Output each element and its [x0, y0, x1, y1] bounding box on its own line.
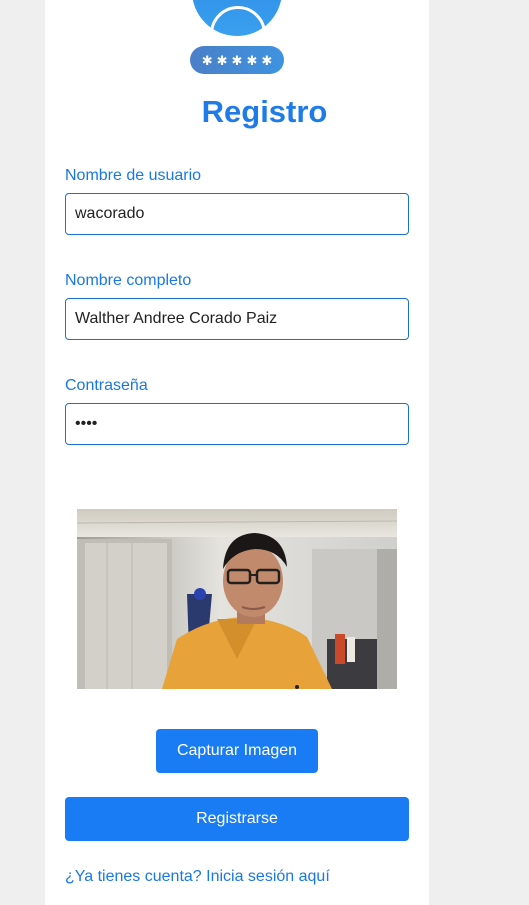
pin-dot: ✱	[261, 52, 273, 68]
webcam-preview	[77, 509, 397, 689]
password-field[interactable]	[65, 403, 409, 445]
username-label: Nombre de usuario	[65, 167, 202, 184]
password-label: Contraseña	[65, 377, 148, 394]
pin-dot: ✱	[231, 52, 243, 68]
pin-dot: ✱	[246, 52, 258, 68]
username-field[interactable]	[65, 193, 409, 235]
login-link[interactable]: ¿Ya tienes cuenta? Inicia sesión aquí	[65, 868, 330, 886]
fullname-label: Nombre completo	[65, 272, 192, 289]
camera-feed-icon	[77, 509, 397, 689]
pin-dot: ✱	[201, 52, 213, 68]
password-badge: ✱ ✱ ✱ ✱ ✱	[190, 46, 284, 74]
pin-dot: ✱	[216, 52, 228, 68]
fullname-field[interactable]	[65, 298, 409, 340]
page-title: Registro	[201, 94, 328, 129]
capture-image-button[interactable]: Capturar Imagen	[156, 729, 318, 773]
register-button[interactable]: Registrarse	[65, 797, 409, 841]
user-avatar-icon	[192, 0, 282, 36]
